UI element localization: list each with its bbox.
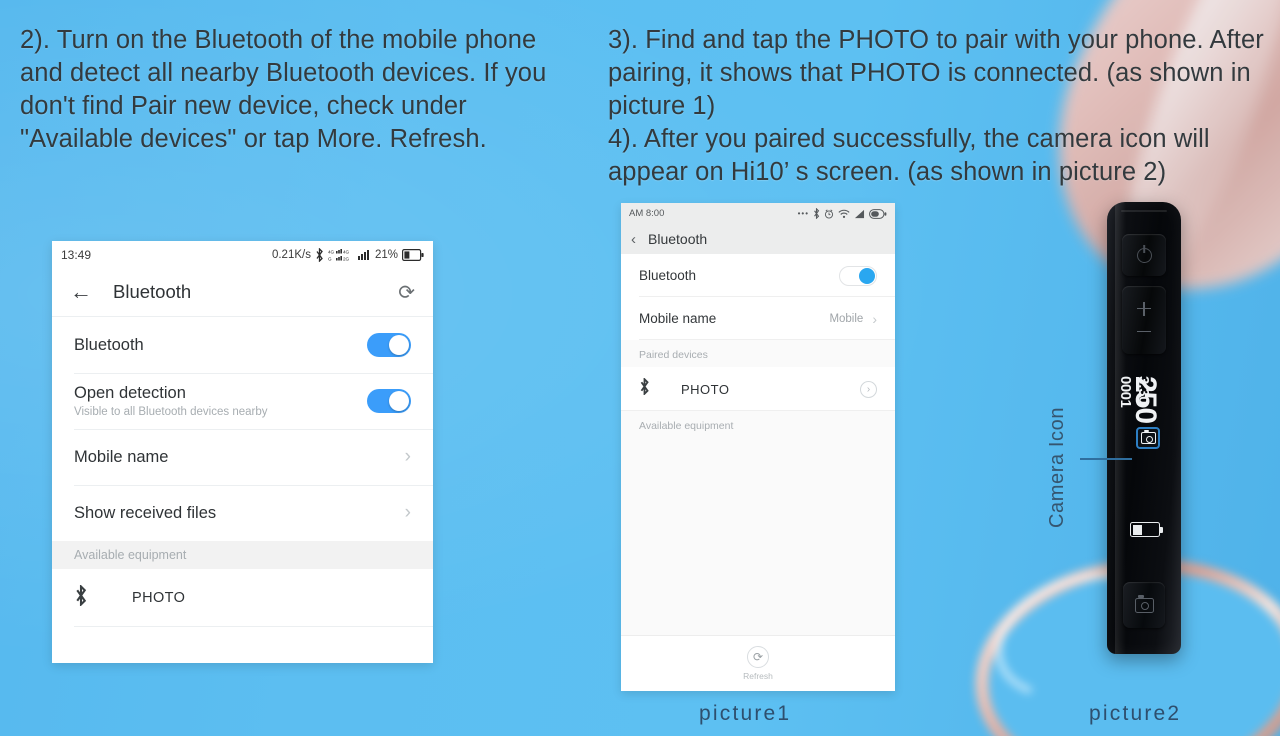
back-chevron-icon[interactable]: ‹ [631, 231, 636, 248]
row-bluetooth-toggle[interactable]: Bluetooth [621, 254, 895, 297]
device-top-seam [1121, 210, 1167, 212]
signal-icon [854, 209, 865, 218]
row-show-received-files[interactable]: Show received files › [52, 485, 433, 541]
device-settings-icon[interactable]: › [860, 380, 877, 398]
more-dots-icon: ••• [797, 209, 809, 218]
page-title: Bluetooth [113, 281, 192, 302]
row-label: Bluetooth [74, 335, 144, 354]
svg-text:4G: 4G [343, 249, 350, 254]
status-icons: ••• [798, 208, 887, 219]
bluetooth-icon [316, 247, 323, 262]
status-icons: 0.21K/s 4G G 4G 2G 21% [271, 247, 424, 262]
status-bar: AM 8:00 ••• [621, 203, 895, 224]
svg-text:4G: 4G [328, 249, 335, 254]
annotation-leader-line [1080, 458, 1132, 460]
slide-background: 2). Turn on the Bluetooth of the mobile … [0, 0, 1280, 736]
battery-icon [402, 248, 424, 261]
row-label: Bluetooth [639, 268, 697, 283]
chevron-right-icon: › [404, 502, 411, 523]
empty-device-list-area [621, 438, 895, 635]
camera-icon-annotation: Camera Icon [1046, 368, 1080, 528]
row-value: Mobile [829, 312, 864, 325]
refresh-icon[interactable]: ⟳ [398, 280, 415, 305]
signal-4g-dual-icon: 4G G 4G 2G [328, 248, 350, 261]
camera-icon [1140, 429, 1156, 444]
device-name: PHOTO [681, 381, 730, 397]
row-mobile-name[interactable]: Mobile name › [52, 429, 433, 485]
refresh-footer[interactable]: ⟳ Refresh [621, 635, 895, 691]
plus-button-icon[interactable] [1137, 301, 1151, 316]
chevron-right-icon: › [404, 446, 411, 467]
row-mobile-name[interactable]: Mobile name Mobile › [621, 297, 895, 340]
device-row-photo[interactable]: PHOTO [52, 569, 433, 627]
phone-screenshot-bluetooth-settings: 13:49 0.21K/s 4G G 4G 2G 21% ← Bluetooth… [52, 241, 433, 663]
row-bluetooth-toggle[interactable]: Bluetooth [52, 317, 433, 373]
section-header-available-equipment: Available equipment [621, 411, 895, 438]
shutter-button[interactable] [1123, 582, 1165, 628]
row-label: Mobile name [74, 447, 169, 466]
bluetooth-icon [639, 377, 665, 400]
status-time: AM 8:00 [629, 208, 665, 219]
minus-button-icon[interactable] [1137, 325, 1151, 339]
refresh-label: Refresh [743, 671, 773, 681]
camera-icon-annotation-label: Camera Icon [1046, 406, 1068, 528]
battery-icon [1130, 522, 1164, 537]
refresh-icon[interactable]: ⟳ [747, 646, 769, 668]
svg-text:2G: 2G [343, 256, 350, 261]
power-button[interactable] [1122, 234, 1166, 276]
alarm-icon [824, 209, 834, 219]
bluetooth-toggle-switch[interactable] [367, 333, 411, 357]
chevron-right-icon: › [872, 310, 877, 327]
row-label: Open detection [74, 384, 186, 402]
camera-icon-highlight [1136, 427, 1160, 449]
wifi-icon [838, 209, 850, 218]
section-header-available-equipment: Available equipment [52, 541, 433, 569]
bluetooth-icon [74, 583, 108, 612]
iso-readout: 250 [1129, 376, 1162, 424]
svg-text:G: G [328, 256, 332, 261]
caption-picture2: picture2 [1089, 702, 1182, 725]
status-bar: 13:49 0.21K/s 4G G 4G 2G 21% [52, 241, 433, 268]
page-title: Bluetooth [648, 231, 708, 247]
device-name: PHOTO [132, 590, 186, 606]
bluetooth-icon [814, 208, 820, 219]
open-detection-toggle-switch[interactable] [367, 389, 411, 413]
row-open-detection[interactable]: Open detection Visible to all Bluetooth … [52, 373, 433, 429]
navigation-bar: ← Bluetooth ⟳ [52, 268, 433, 317]
status-time: 13:49 [61, 247, 92, 262]
navigation-bar: ‹ Bluetooth [621, 224, 895, 254]
device-row-photo-paired[interactable]: PHOTO › [621, 367, 895, 411]
network-speed-label: 0.21K/s [271, 248, 311, 261]
device-lcd-display: 0001 3:30 250 [1116, 370, 1172, 560]
battery-percent-label: 21% [374, 248, 398, 261]
caption-picture1: picture1 [699, 702, 792, 725]
instruction-text-step-2: 2). Turn on the Bluetooth of the mobile … [20, 26, 547, 153]
volume-buttons[interactable] [1122, 286, 1166, 354]
battery-fill [1132, 524, 1142, 535]
camera-shutter-icon [1134, 594, 1154, 613]
back-arrow-icon[interactable]: ← [70, 281, 92, 303]
battery-icon [869, 208, 887, 219]
bluetooth-toggle-switch[interactable] [839, 265, 877, 286]
row-label: Show received files [74, 503, 217, 522]
phone-screenshot-paired-bluetooth: AM 8:00 ••• ‹ Bluetooth Bluetooth Mobile… [621, 203, 895, 691]
row-sublabel: Visible to all Bluetooth devices nearby [74, 406, 268, 418]
signal-bars-icon [357, 249, 369, 260]
section-header-paired-devices: Paired devices [621, 340, 895, 367]
row-label: Mobile name [639, 311, 717, 326]
instruction-text-steps-3-4: 3). Find and tap the PHOTO to pair with … [608, 26, 1264, 186]
camera-stick-device-photo: 0001 3:30 250 [1107, 202, 1181, 654]
power-icon [1136, 247, 1152, 263]
